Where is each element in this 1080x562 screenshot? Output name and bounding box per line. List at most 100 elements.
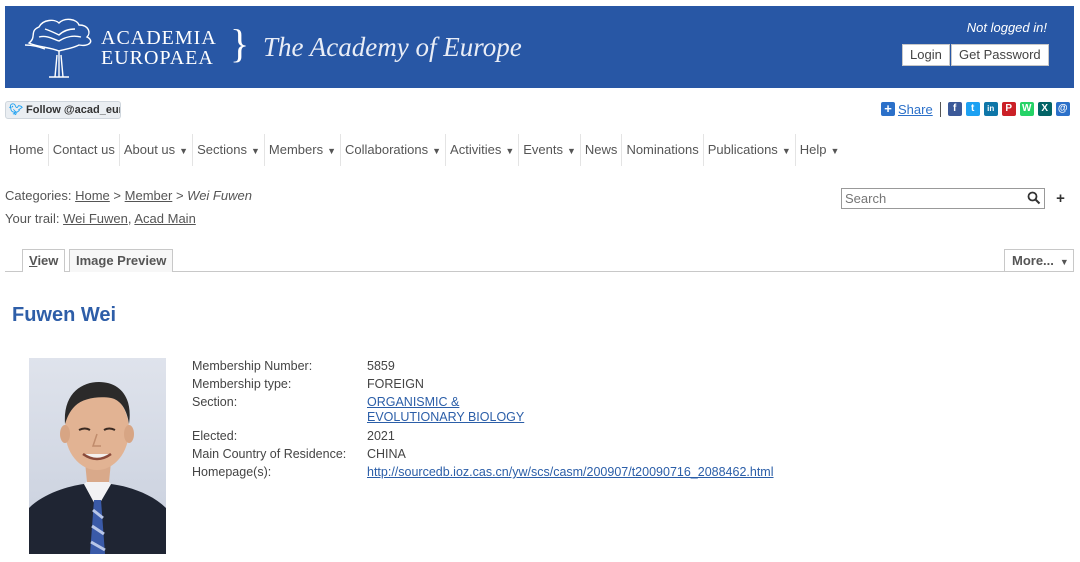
nav-label: Sections	[197, 142, 247, 157]
caret-down-icon: ▼	[1059, 257, 1069, 267]
nav-item-collaborations[interactable]: Collaborations ▼	[341, 134, 447, 166]
nav-item-home[interactable]: Home	[5, 134, 49, 166]
nav-item-sections[interactable]: Sections ▼	[193, 134, 265, 166]
detail-row-homepage: Homepage(s): http://sourcedb.ioz.cas.cn/…	[192, 463, 867, 481]
nav-label: News	[584, 142, 618, 157]
detail-row-membership-type: Membership type: FOREIGN	[192, 375, 867, 393]
whatsapp-icon[interactable]: W	[1019, 102, 1034, 116]
trail-link-wei-fuwen[interactable]: Wei Fuwen	[63, 211, 128, 226]
breadcrumb: Categories: Home > Member > Wei Fuwen	[5, 188, 252, 203]
nav-label: Collaborations	[345, 142, 429, 157]
membership-number-value: 5859	[367, 359, 395, 373]
breadcrumb-member-link[interactable]: Member	[125, 188, 173, 203]
detail-row-country: Main Country of Residence: CHINA	[192, 445, 867, 463]
detail-row-membership-number: Membership Number: 5859	[192, 357, 867, 375]
breadcrumb-separator: >	[113, 188, 122, 203]
breadcrumb-current: Wei Fuwen	[187, 188, 252, 203]
nav-label: Activities	[450, 142, 502, 157]
section-value: ORGANISMIC & EVOLUTIONARY BIOLOGY	[367, 395, 867, 425]
get-password-button[interactable]: Get Password	[951, 44, 1049, 66]
detail-label: Homepage(s):	[192, 465, 272, 479]
logo-line-2: EUROPAEA	[101, 47, 214, 69]
nav-label: Nominations	[626, 142, 699, 157]
caret-down-icon: ▼	[830, 146, 840, 156]
nav-label: Home	[9, 142, 44, 157]
twitter-follow-button[interactable]: 🐦︎ Follow @acad_euro	[5, 101, 121, 119]
nav-item-help[interactable]: Help ▼	[796, 134, 844, 166]
nav-item-members[interactable]: Members ▼	[265, 134, 341, 166]
caret-down-icon: ▼	[567, 146, 576, 156]
detail-label: Membership type:	[192, 377, 292, 391]
section-link[interactable]: ORGANISMIC & EVOLUTIONARY BIOLOGY	[367, 395, 524, 424]
advanced-search-plus-button[interactable]: +	[1050, 188, 1071, 209]
breadcrumb-home-link[interactable]: Home	[75, 188, 110, 203]
breadcrumb-separator: >	[175, 188, 184, 203]
login-status: Not logged in!	[966, 20, 1047, 35]
page-title: Fuwen Wei	[12, 304, 117, 326]
facebook-icon[interactable]: f	[947, 102, 962, 116]
site-tagline: The Academy of Europe	[263, 32, 522, 62]
share-plus-icon[interactable]: +	[881, 102, 895, 116]
nav-label: Members	[268, 142, 324, 157]
detail-row-elected: Elected: 2021	[192, 427, 867, 445]
xing-icon[interactable]: X	[1037, 102, 1052, 116]
tab-view[interactable]: View	[22, 249, 66, 272]
nav-item-nominations[interactable]: Nominations	[622, 134, 704, 166]
more-menu-button[interactable]: More... ▼	[1004, 249, 1074, 272]
main-navigation: Home Contact us About us ▼ Sections ▼ Memb…	[5, 134, 843, 166]
trail-link-acad-main[interactable]: Acad Main	[134, 211, 195, 226]
caret-down-icon: ▼	[327, 146, 336, 156]
caret-down-icon: ▼	[250, 146, 260, 156]
caret-down-icon: ▼	[179, 146, 189, 156]
member-photo	[29, 358, 166, 554]
elected-value: 2021	[367, 429, 395, 443]
tree-logo-icon	[24, 18, 92, 78]
nav-item-activities[interactable]: Activities ▼	[446, 134, 520, 166]
nav-item-events[interactable]: Events ▼	[519, 134, 581, 166]
search-icon[interactable]	[1027, 191, 1041, 205]
detail-label: Main Country of Residence:	[192, 447, 347, 461]
login-button[interactable]: Login	[902, 44, 950, 66]
country-value: CHINA	[367, 447, 406, 461]
portrait-image	[29, 358, 166, 554]
homepage-link[interactable]: http://sourcedb.ioz.cas.cn/yw/scs/casm/2…	[367, 465, 774, 479]
tab-image-preview[interactable]: Image Preview	[69, 249, 174, 272]
caret-down-icon: ▼	[432, 146, 442, 156]
more-label: More...	[1012, 253, 1054, 268]
logo-wordmark[interactable]: ACADEMIA EUROPAEA	[101, 28, 217, 68]
member-details: Membership Number: 5859 Membership type:…	[192, 357, 867, 481]
site-header-banner: ACADEMIA EUROPAEA } The Academy of Europ…	[5, 6, 1074, 88]
breadcrumb-prefix: Categories:	[5, 188, 72, 203]
membership-type-value: FOREIGN	[367, 377, 424, 391]
trail-prefix: Your trail:	[5, 211, 60, 226]
share-link[interactable]: Share	[898, 102, 933, 117]
share-bar: + Share f t in P W X @	[881, 100, 1071, 118]
search-box	[841, 188, 1045, 209]
section-line-1: ORGANISMIC &	[367, 395, 460, 409]
nav-label: Events	[523, 142, 563, 157]
caret-down-icon: ▼	[505, 146, 515, 156]
nav-item-news[interactable]: News	[581, 134, 623, 166]
nav-item-about-us[interactable]: About us ▼	[120, 134, 194, 166]
detail-label: Membership Number:	[192, 359, 313, 373]
share-divider	[939, 101, 941, 117]
nav-item-publications[interactable]: Publications ▼	[704, 134, 796, 166]
detail-label: Elected:	[192, 429, 238, 443]
section-line-2: EVOLUTIONARY BIOLOGY	[367, 410, 525, 424]
detail-label: Section:	[192, 395, 238, 409]
nav-label: Contact us	[52, 142, 115, 157]
twitter-icon[interactable]: t	[965, 102, 980, 116]
follow-label: Follow @acad_euro	[26, 104, 121, 116]
logo-line-1: ACADEMIA	[101, 27, 217, 49]
search-input[interactable]	[845, 190, 1020, 207]
twitter-bird-icon: 🐦︎	[9, 104, 23, 116]
email-icon[interactable]: @	[1055, 102, 1070, 116]
tab-view-label: iew	[37, 253, 59, 268]
linkedin-icon[interactable]: in	[983, 102, 998, 116]
logo-brace: }	[230, 21, 250, 66]
detail-row-section: Section: ORGANISMIC & EVOLUTIONARY BIOLO…	[192, 395, 867, 425]
homepage-value: http://sourcedb.ioz.cas.cn/yw/scs/casm/2…	[367, 463, 867, 481]
nav-label: Publications	[707, 142, 778, 157]
pinterest-icon[interactable]: P	[1001, 102, 1016, 116]
nav-item-contact-us[interactable]: Contact us	[49, 134, 120, 166]
